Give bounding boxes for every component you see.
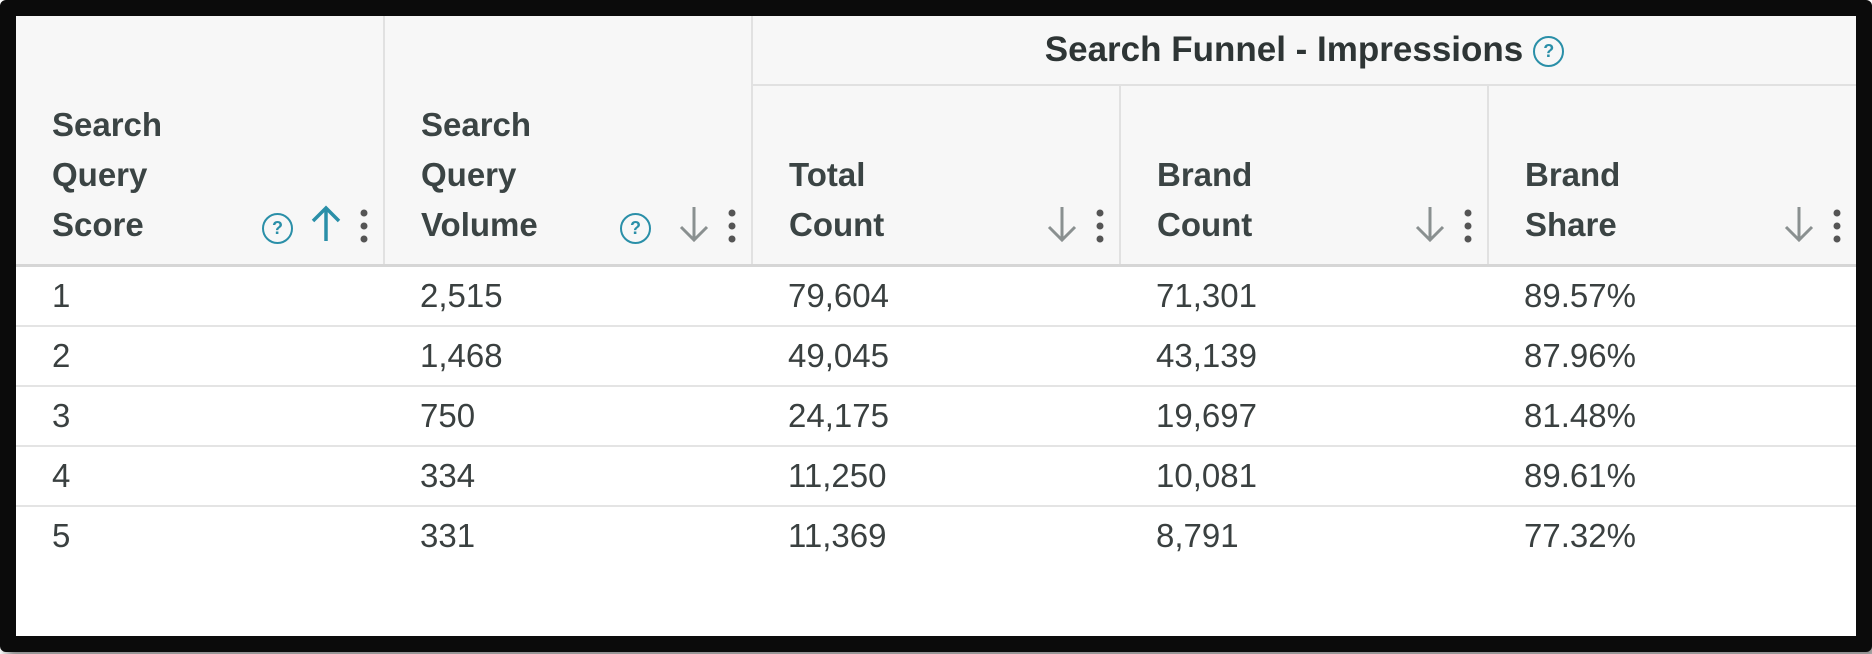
cell-search-query-volume: 334 [384, 445, 752, 506]
cell-brand-count: 8,791 [1120, 505, 1488, 565]
kebab-menu-icon[interactable] [1463, 208, 1473, 244]
cell-search-query-volume: 750 [384, 385, 752, 446]
cell-brand-share: 89.57% [1488, 264, 1856, 326]
arrow-down-icon[interactable] [1782, 204, 1816, 244]
help-circle-icon[interactable]: ? [262, 213, 293, 244]
column-header-total-count[interactable]: Total Count [752, 85, 1121, 266]
cell-total-count: 11,250 [752, 445, 1120, 506]
cell-search-query-score: 2 [16, 325, 384, 386]
cell-brand-count: 71,301 [1120, 264, 1488, 326]
kebab-menu-icon[interactable] [1095, 208, 1105, 244]
search-query-table: Search Query Score ? Search Query Volume… [16, 16, 1856, 565]
cell-total-count: 24,175 [752, 385, 1120, 446]
table-row: 1 2,515 79,604 71,301 89.57% [16, 264, 1856, 326]
column-header-brand-count[interactable]: Brand Count [1120, 85, 1489, 266]
cell-total-count: 11,369 [752, 505, 1120, 565]
group-header-search-funnel-impressions: Search Funnel - Impressions? [752, 16, 1856, 86]
group-header-label: Search Funnel - Impressions [1044, 30, 1524, 69]
cell-brand-share: 81.48% [1488, 385, 1856, 446]
arrow-down-icon[interactable] [1045, 204, 1079, 244]
cell-brand-share: 77.32% [1488, 505, 1856, 565]
column-label: Total Count [789, 156, 885, 243]
cell-brand-count: 43,139 [1120, 325, 1488, 386]
column-label: Search Query Volume [421, 106, 538, 243]
table-row: 4 334 11,250 10,081 89.61% [16, 445, 1856, 506]
table-body: 1 2,515 79,604 71,301 89.57% 2 1,468 49,… [16, 264, 1856, 565]
arrow-down-icon[interactable] [1413, 204, 1447, 244]
table-row: 5 331 11,369 8,791 77.32% [16, 505, 1856, 565]
cell-search-query-score: 3 [16, 385, 384, 446]
cell-search-query-volume: 2,515 [384, 264, 752, 326]
table-frame: Search Query Score ? Search Query Volume… [0, 0, 1872, 652]
cell-brand-share: 89.61% [1488, 445, 1856, 506]
cell-brand-share: 87.96% [1488, 325, 1856, 386]
kebab-menu-icon[interactable] [1832, 208, 1842, 244]
column-header-brand-share[interactable]: Brand Share [1488, 85, 1856, 266]
cell-search-query-volume: 331 [384, 505, 752, 565]
table-header: Search Query Score ? Search Query Volume… [16, 16, 1856, 266]
column-label: Brand Share [1525, 156, 1621, 243]
cell-search-query-volume: 1,468 [384, 325, 752, 386]
help-circle-icon[interactable]: ? [620, 213, 651, 244]
cell-search-query-score: 4 [16, 445, 384, 506]
cell-search-query-score: 5 [16, 505, 384, 565]
column-header-search-query-score[interactable]: Search Query Score ? [16, 16, 385, 266]
cell-total-count: 49,045 [752, 325, 1120, 386]
cell-brand-count: 10,081 [1120, 445, 1488, 506]
cell-total-count: 79,604 [752, 264, 1120, 326]
kebab-menu-icon[interactable] [727, 208, 737, 244]
table-row: 3 750 24,175 19,697 81.48% [16, 385, 1856, 446]
cell-search-query-score: 1 [16, 264, 384, 326]
cell-brand-count: 19,697 [1120, 385, 1488, 446]
column-label: Brand Count [1157, 156, 1253, 243]
column-label: Search Query Score [52, 106, 163, 243]
help-circle-icon[interactable]: ? [1533, 36, 1565, 68]
arrow-down-icon[interactable] [677, 204, 711, 244]
column-header-search-query-volume[interactable]: Search Query Volume ? [384, 16, 753, 266]
arrow-up-icon[interactable] [309, 204, 343, 244]
table-row: 2 1,468 49,045 43,139 87.96% [16, 325, 1856, 386]
kebab-menu-icon[interactable] [359, 208, 369, 244]
